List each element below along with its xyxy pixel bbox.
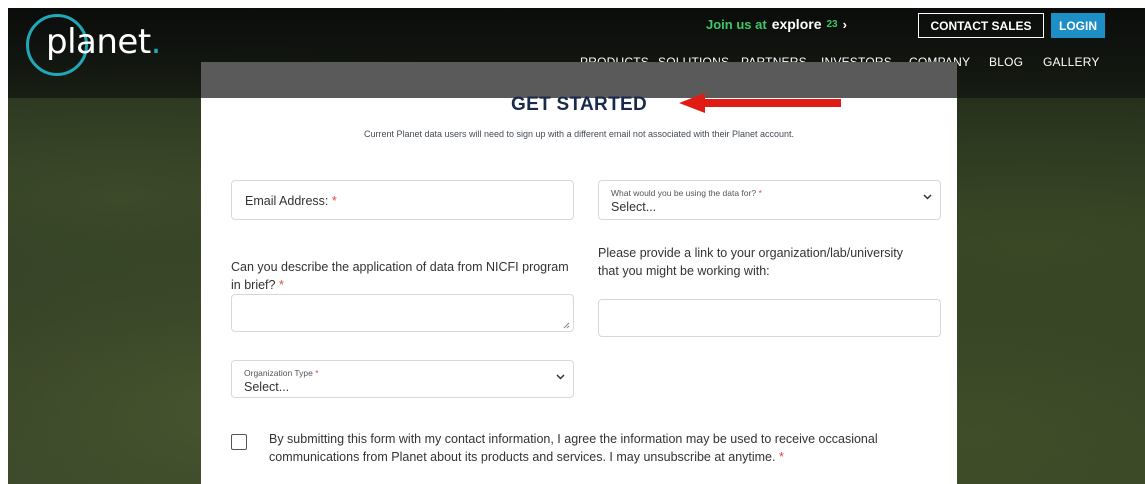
organization-link-input[interactable] bbox=[598, 299, 941, 337]
login-button[interactable]: LOGIN bbox=[1051, 13, 1105, 38]
nav-gallery[interactable]: GALLERY bbox=[1043, 55, 1100, 69]
email-label: Email Address: * bbox=[245, 194, 337, 208]
data-use-value: Select... bbox=[611, 200, 657, 214]
email-field[interactable]: Email Address: * bbox=[231, 180, 574, 220]
nav-blog[interactable]: BLOG bbox=[989, 55, 1023, 69]
signup-form-card: GET STARTED Current Planet data users wi… bbox=[201, 62, 957, 484]
application-question-label: Can you describe the application of data… bbox=[231, 260, 569, 292]
organization-type-label: Organization Type * bbox=[244, 368, 319, 378]
promo-brand: explore bbox=[771, 16, 822, 32]
promo-prefix: Join us at bbox=[706, 16, 767, 32]
explore-promo-link[interactable]: Join us at explore 23 › bbox=[706, 16, 847, 32]
chevron-down-icon bbox=[556, 374, 565, 380]
promo-year: 23 bbox=[826, 18, 838, 30]
organization-type-value: Select... bbox=[244, 380, 290, 394]
consent-text: By submitting this form with my contact … bbox=[269, 432, 878, 464]
chevron-right-icon: › bbox=[842, 16, 847, 32]
page-viewport: planet. Join us at explore 23 › CONTACT … bbox=[8, 8, 1145, 484]
data-use-label: What would you be using the data for? * bbox=[611, 188, 762, 198]
consent-checkbox[interactable] bbox=[231, 434, 247, 450]
link-question-label: Please provide a link to your organizati… bbox=[598, 246, 904, 278]
data-use-select[interactable]: What would you be using the data for? * … bbox=[598, 180, 941, 220]
application-textarea[interactable] bbox=[231, 294, 574, 332]
contact-sales-button[interactable]: CONTACT SALES bbox=[918, 13, 1044, 38]
organization-type-select[interactable]: Organization Type * Select... bbox=[231, 360, 574, 398]
form-subtitle: Current Planet data users will need to s… bbox=[363, 129, 795, 139]
resize-handle-icon[interactable] bbox=[562, 321, 570, 329]
red-arrow-annotation bbox=[679, 93, 841, 113]
chevron-down-icon bbox=[923, 194, 932, 200]
